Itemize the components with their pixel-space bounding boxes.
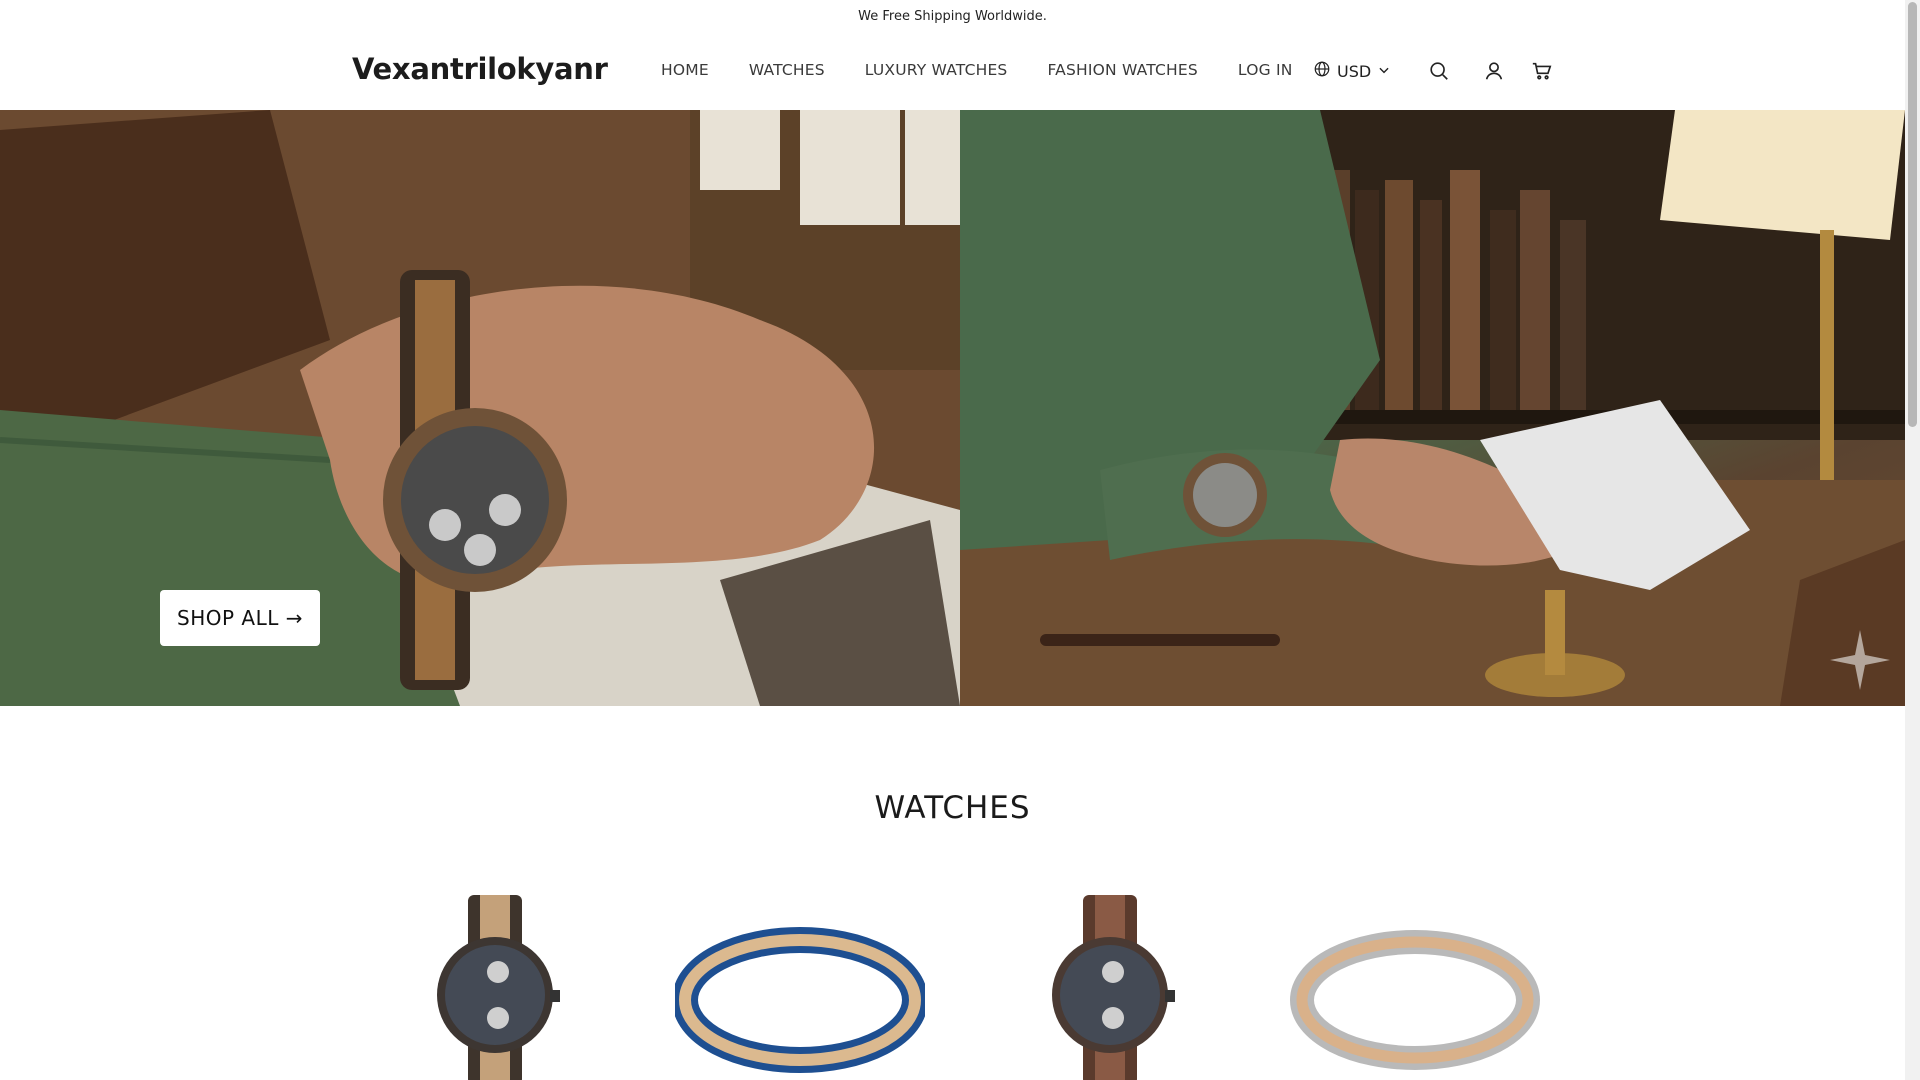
watch-wood-image bbox=[437, 895, 560, 1080]
search-icon[interactable] bbox=[1426, 58, 1452, 84]
watch-rosewood-image bbox=[1052, 895, 1175, 1080]
currency-selector[interactable]: USD bbox=[1313, 60, 1391, 82]
site-header: Vexantrilokyanr HOME WATCHES LUXURY WATC… bbox=[0, 32, 1905, 111]
nav-watches[interactable]: WATCHES bbox=[749, 61, 825, 79]
nav-fashion-watches[interactable]: FASHION WATCHES bbox=[1047, 61, 1197, 79]
nav-home[interactable]: HOME bbox=[661, 61, 709, 79]
account-icon[interactable] bbox=[1481, 58, 1507, 84]
product-card-blue-wood-bracelet[interactable] bbox=[675, 880, 925, 1080]
cart-icon[interactable] bbox=[1529, 58, 1555, 84]
announcement-bar: We Free Shipping Worldwide. bbox=[0, 0, 1905, 32]
globe-icon bbox=[1313, 60, 1331, 82]
announcement-text: We Free Shipping Worldwide. bbox=[858, 8, 1047, 24]
product-grid bbox=[0, 880, 1905, 1080]
scrollbar-thumb[interactable] bbox=[1908, 2, 1917, 427]
nav-log-in[interactable]: LOG IN bbox=[1238, 61, 1293, 79]
bracelet-silver-image bbox=[1290, 930, 1540, 1070]
section-title-watches: WATCHES bbox=[874, 790, 1031, 826]
shop-all-button[interactable]: SHOP ALL → bbox=[160, 590, 320, 646]
hero-image-wrist-watch bbox=[0, 110, 960, 706]
main-nav: HOME WATCHES LUXURY WATCHES FASHION WATC… bbox=[661, 61, 1293, 79]
page-scrollbar[interactable] bbox=[1905, 0, 1920, 1080]
product-card-silver-wood-bracelet[interactable] bbox=[1290, 880, 1540, 1080]
nav-luxury-watches[interactable]: LUXURY WATCHES bbox=[865, 61, 1008, 79]
site-logo[interactable]: Vexantrilokyanr bbox=[352, 52, 608, 86]
chevron-down-icon bbox=[1377, 62, 1391, 81]
product-card-rosewood-watch[interactable] bbox=[1035, 880, 1185, 1080]
currency-label: USD bbox=[1337, 61, 1372, 81]
hero-image-reading-man bbox=[960, 110, 1905, 706]
bracelet-blue-image bbox=[675, 927, 925, 1073]
product-card-chronograph-watch[interactable] bbox=[420, 880, 570, 1080]
